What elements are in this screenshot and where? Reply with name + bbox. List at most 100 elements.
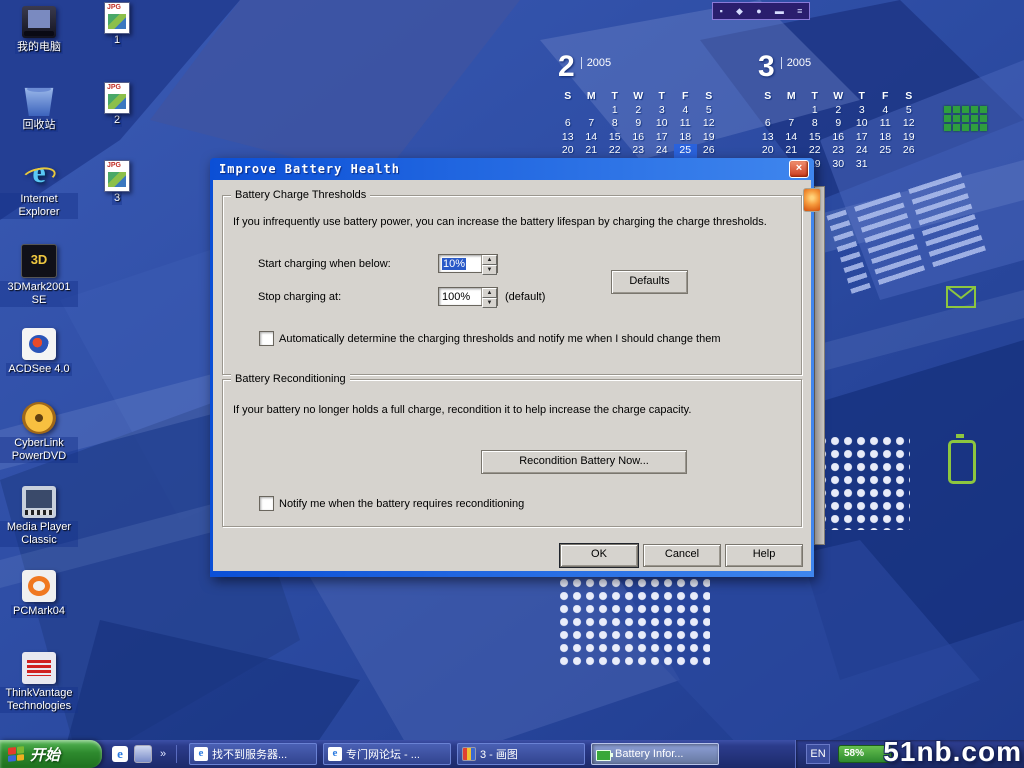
calendar-day: 24 — [650, 144, 674, 158]
toolbar-input-icon[interactable]: ▪ — [720, 4, 723, 18]
desktop-icon-file-3[interactable]: JPG 3 — [78, 160, 156, 205]
toolbar-keyboard-icon[interactable]: ▬ — [775, 4, 784, 18]
stop-charging-value[interactable]: 100% — [439, 288, 481, 305]
calendar-day — [556, 104, 580, 118]
cancel-button[interactable]: Cancel — [643, 544, 721, 567]
icon-label: ThinkVantage Technologies — [0, 687, 78, 713]
calendar-day-header: W — [827, 90, 851, 104]
desktop-icon-recycle-bin[interactable]: 回收站 — [0, 84, 78, 132]
calendar-day: 8 — [803, 117, 827, 131]
envelope-icon — [946, 286, 976, 308]
calendar-day: 13 — [756, 131, 780, 145]
desktop-icon-acdsee[interactable]: ACDSee 4.0 — [0, 328, 78, 376]
calendar-day-header: W — [627, 90, 651, 104]
dialog-title: Improve Battery Health — [219, 162, 400, 176]
jpg-tag: JPG — [107, 84, 121, 91]
calendar-day: 15 — [603, 131, 627, 145]
notify-reconditioning-checkbox[interactable] — [259, 496, 274, 511]
calendar-day: 14 — [580, 131, 604, 145]
start-charging-spinner[interactable]: 10% ▲▼ — [438, 254, 498, 273]
calendar-day: 30 — [827, 158, 851, 172]
auto-thresholds-checkbox[interactable] — [259, 331, 274, 346]
language-indicator[interactable]: EN — [806, 744, 830, 764]
calendar-day: 6 — [756, 117, 780, 131]
calendar-day: 14 — [780, 131, 804, 145]
quick-launch-overflow-icon[interactable]: » — [158, 746, 168, 762]
close-button[interactable]: × — [789, 160, 809, 178]
icon-label: 我的电脑 — [15, 41, 63, 54]
group-title: Battery Charge Thresholds — [231, 189, 370, 202]
battery-icon — [596, 750, 611, 761]
icon-label: 1 — [112, 34, 122, 47]
desktop-icon-internet-explorer[interactable]: Internet Explorer — [0, 158, 78, 219]
calendar-day-highlighted: 25 — [674, 144, 698, 158]
stop-charging-label: Stop charging at: — [258, 291, 341, 304]
stop-charging-spinner[interactable]: 100% ▲▼ — [438, 287, 498, 306]
spin-down-icon[interactable]: ▼ — [482, 265, 497, 275]
toolbar-pen-icon[interactable]: ◆ — [736, 4, 743, 18]
taskbar-task-forum[interactable]: e 专门网论坛 - ... — [323, 743, 451, 765]
desktop-icon-file-2[interactable]: JPG 2 — [78, 82, 156, 127]
calendar-day: 24 — [850, 144, 874, 158]
taskbar-task-paint[interactable]: 3 - 画图 — [457, 743, 585, 765]
help-button[interactable]: Help — [725, 544, 803, 567]
ie-icon: e — [328, 747, 342, 761]
desktop-icon-pcmark04[interactable]: PCMark04 — [0, 570, 78, 618]
calendar-day: 12 — [897, 117, 921, 131]
calendar-day: 3 — [850, 104, 874, 118]
auto-thresholds-label: Automatically determine the charging thr… — [279, 333, 789, 346]
floating-toolbar[interactable]: ▪ ◆ ● ▬ ≡ — [712, 2, 810, 20]
calendar-day: 16 — [827, 131, 851, 145]
calendar-day: 21 — [580, 144, 604, 158]
calendar-day-header: S — [756, 90, 780, 104]
battery-charge-thresholds-group: Battery Charge Thresholds If you infrequ… — [222, 195, 802, 375]
desktop-icon-thinkvantage[interactable]: ThinkVantage Technologies — [0, 652, 78, 713]
calendar-march: 3 2005 SMTWTFS 12345 6789101112 13141516… — [756, 50, 921, 172]
show-desktop-icon[interactable] — [134, 745, 152, 763]
calendar-day — [780, 104, 804, 118]
thinkvantage-icon — [22, 652, 56, 684]
defaults-button[interactable]: Defaults — [611, 270, 688, 294]
3dmark-icon — [21, 244, 57, 278]
desktop-icon-my-computer[interactable]: 我的电脑 — [0, 6, 78, 54]
keypad-grid-icon — [944, 106, 987, 131]
quick-launch-ie-icon[interactable]: e — [112, 746, 128, 762]
spin-up-icon[interactable]: ▲ — [482, 255, 497, 265]
calendar-day: 21 — [780, 144, 804, 158]
calendar-day: 25 — [874, 144, 898, 158]
calendar-day: 19 — [897, 131, 921, 145]
calendar-day-header: T — [603, 90, 627, 104]
calendar-day: 26 — [697, 144, 721, 158]
spin-down-icon[interactable]: ▼ — [482, 298, 497, 308]
calendar-day: 3 — [650, 104, 674, 118]
notify-reconditioning-label: Notify me when the battery requires reco… — [279, 498, 789, 511]
calendar-day: 15 — [803, 131, 827, 145]
toolbar-menu-icon[interactable]: ≡ — [797, 4, 802, 18]
start-charging-value[interactable]: 10% — [439, 255, 481, 272]
desktop-icon-powerdvd[interactable]: CyberLink PowerDVD — [0, 402, 78, 463]
battery-deco-icon — [948, 440, 976, 484]
taskbar-task-battery-information[interactable]: Battery Infor... — [591, 743, 719, 765]
calendar-day-header: T — [850, 90, 874, 104]
calendar-day: 11 — [874, 117, 898, 131]
taskbar-task-server[interactable]: e 找不到服务器... — [189, 743, 317, 765]
desktop-icon-media-player-classic[interactable]: Media Player Classic — [0, 486, 78, 547]
battery-reconditioning-group: Battery Reconditioning If your battery n… — [222, 379, 802, 527]
calendar-day-header: M — [780, 90, 804, 104]
toolbar-volume-icon[interactable]: ● — [756, 4, 761, 18]
calendar-day-header: S — [897, 90, 921, 104]
dialog-title-bar[interactable]: Improve Battery Health × — [213, 158, 811, 180]
calendar-day: 31 — [850, 158, 874, 172]
thresholds-description: If you infrequently use battery power, y… — [233, 216, 793, 229]
icon-label: 3DMark2001 SE — [0, 281, 78, 307]
ok-button[interactable]: OK — [560, 544, 638, 567]
spin-up-icon[interactable]: ▲ — [482, 288, 497, 298]
desktop-icon-file-1[interactable]: JPG 1 — [78, 2, 156, 47]
icon-label: PCMark04 — [11, 605, 67, 618]
recondition-battery-button[interactable]: Recondition Battery Now... — [481, 450, 687, 474]
calendar-year: 2005 — [581, 57, 611, 69]
icon-label: 2 — [112, 114, 122, 127]
battery-gauge-icon — [803, 188, 821, 212]
start-button[interactable]: 开始 — [0, 740, 102, 768]
desktop-icon-3dmark2001[interactable]: 3DMark2001 SE — [0, 244, 78, 307]
